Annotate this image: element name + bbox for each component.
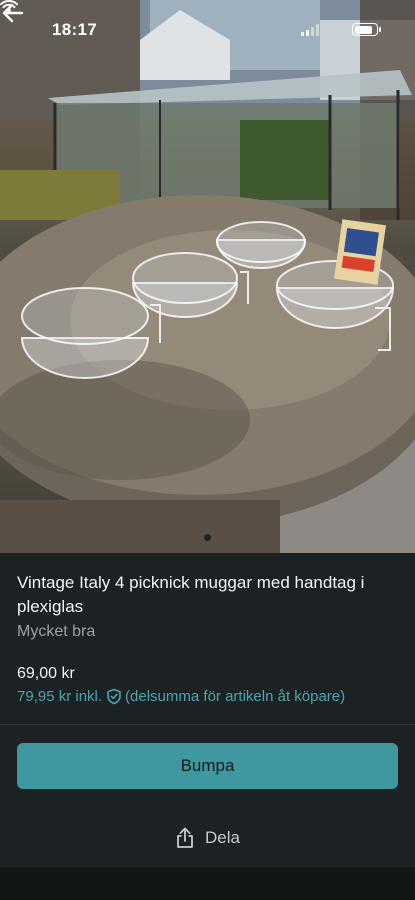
status-time: 18:17 xyxy=(52,20,97,39)
status-bar: 18:17 xyxy=(0,0,415,60)
photo-illustration xyxy=(0,0,415,553)
gallery-dot[interactable] xyxy=(204,534,211,541)
divider xyxy=(0,724,415,725)
share-label: Dela xyxy=(205,828,240,847)
shield-check-icon xyxy=(107,688,121,705)
price-including-protection[interactable]: 79,95 kr inkl. (delsumma för artikeln åt… xyxy=(17,688,345,705)
protection-note: (delsumma för artikeln åt köpare) xyxy=(125,688,346,705)
bottom-bar xyxy=(0,867,415,900)
share-button[interactable]: Dela xyxy=(0,821,415,855)
listing-condition: Mycket bra xyxy=(17,623,96,640)
battery-icon xyxy=(352,23,381,36)
listing-price: 69,00 kr xyxy=(17,665,75,682)
share-icon xyxy=(177,827,193,848)
price-incl-amount: 79,95 kr inkl. xyxy=(17,688,103,705)
product-photo[interactable]: 18:17 xyxy=(0,0,415,553)
listing-info-panel: Vintage Italy 4 picknick muggar med hand… xyxy=(0,553,415,900)
gallery-pagination xyxy=(0,528,415,546)
cellular-signal-icon xyxy=(301,24,321,36)
listing-title: Vintage Italy 4 picknick muggar med hand… xyxy=(17,573,365,616)
bump-button[interactable]: Bumpa xyxy=(17,743,398,789)
arrow-left-icon[interactable] xyxy=(0,0,26,26)
